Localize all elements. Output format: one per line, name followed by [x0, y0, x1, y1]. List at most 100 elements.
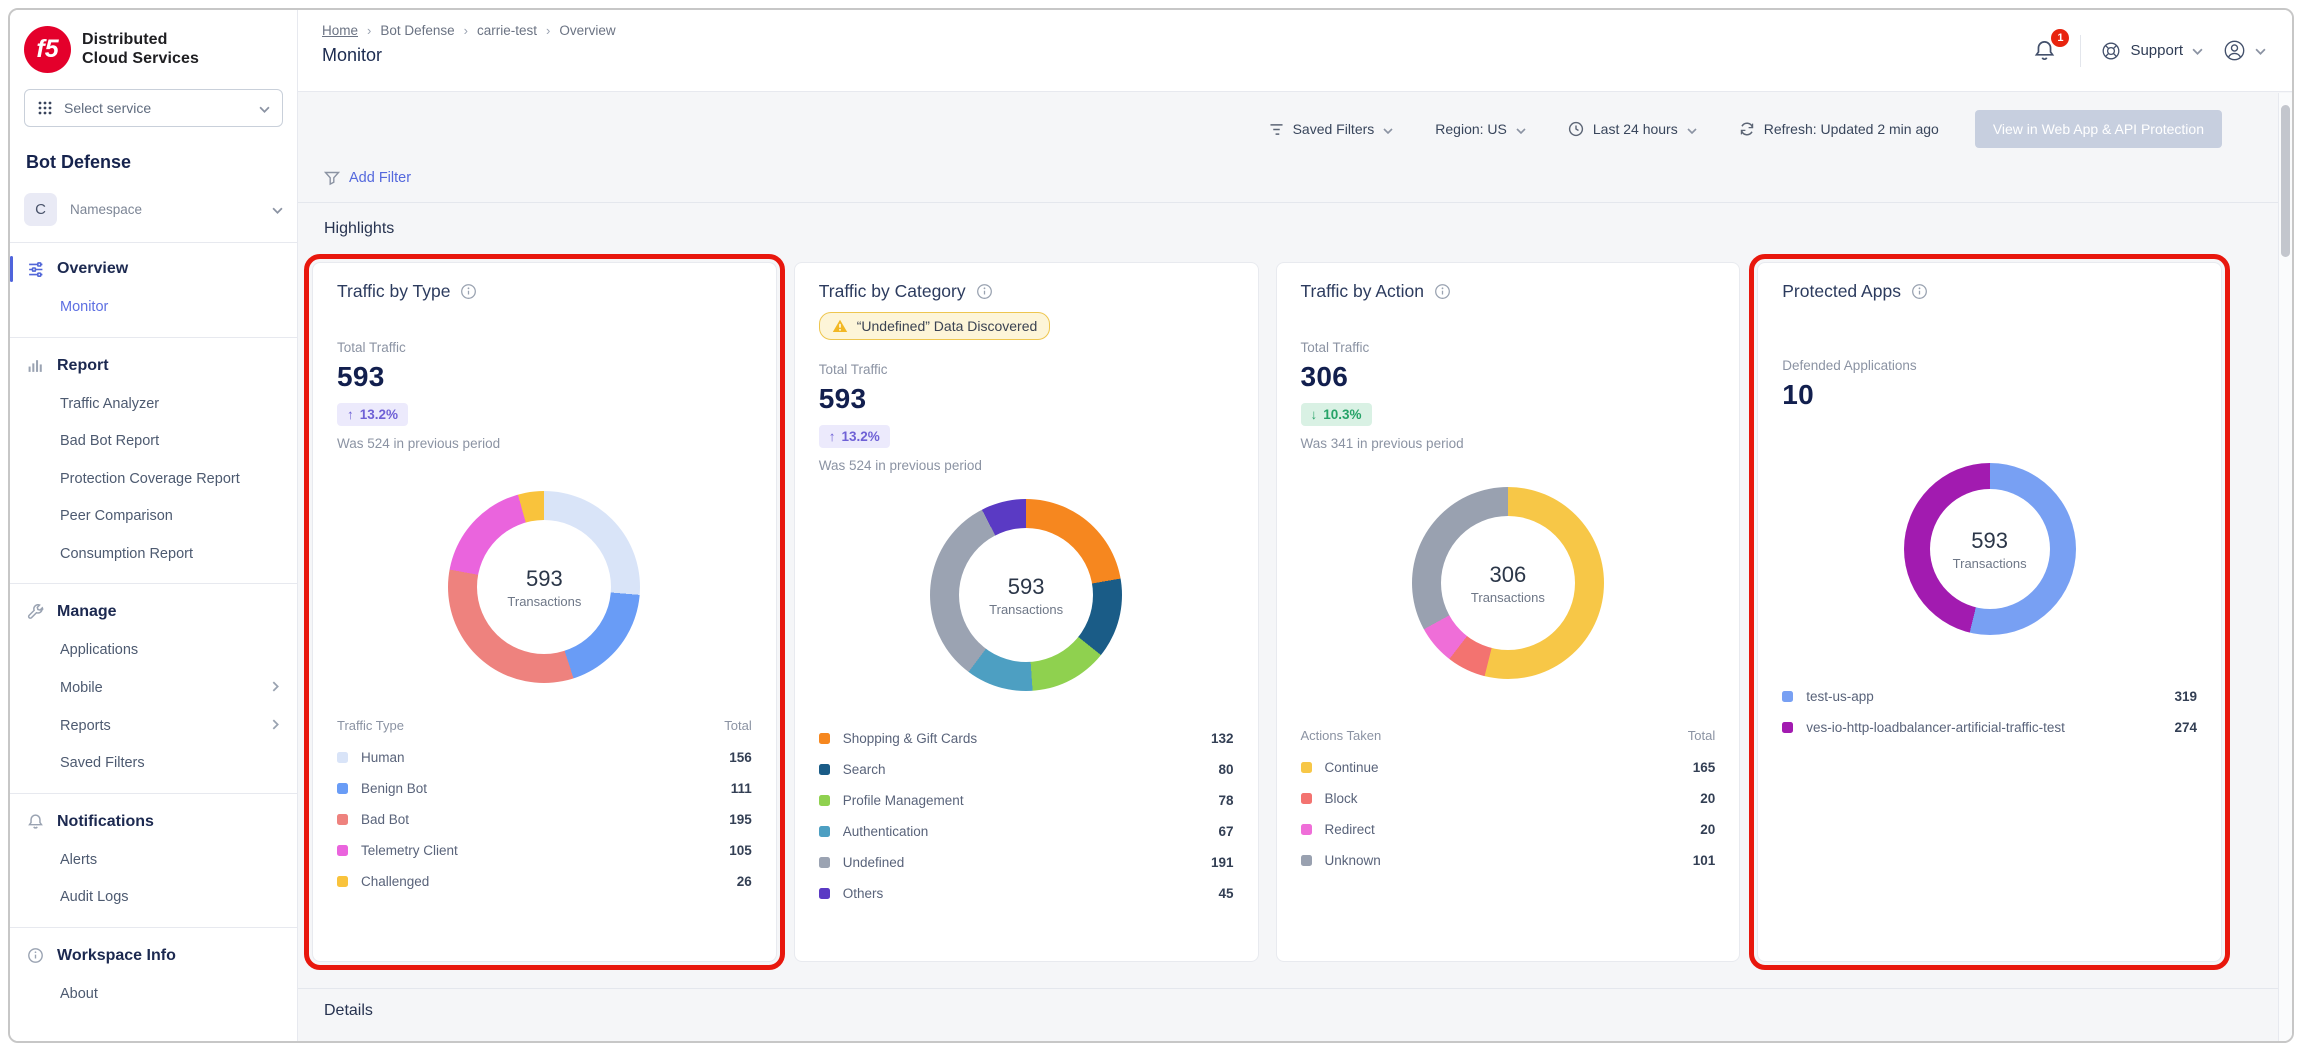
nav-sub-label: Peer Comparison [60, 507, 173, 527]
info-icon[interactable] [1911, 283, 1928, 300]
legend-item-shopping-gift-cards[interactable]: Shopping & Gift Cards 132 [819, 723, 1234, 754]
legend-item-redirect[interactable]: Redirect20 [1301, 814, 1716, 845]
donut-center-value: 593 [1971, 528, 2008, 554]
card-legend: test-us-app319ves-io-http-loadbalancer-a… [1782, 681, 2197, 743]
saved-filters-dropdown[interactable]: Saved Filters [1269, 121, 1394, 137]
legend-item-ves-io-http-loadbalancer-artificial-traffic-test[interactable]: ves-io-http-loadbalancer-artificial-traf… [1782, 712, 2197, 743]
legend-item-profile-management[interactable]: Profile Management78 [819, 785, 1234, 816]
sidebar-item-applications[interactable]: Applications [10, 632, 297, 670]
legend-item-authentication[interactable]: Authentication67 [819, 816, 1234, 847]
namespace-label: Namespace [70, 202, 142, 217]
card-title: Traffic by Type [337, 281, 450, 302]
info-icon[interactable] [1434, 283, 1451, 300]
card-legend: Traffic TypeTotalHuman156Benign Bot111Ba… [337, 713, 752, 897]
legend-item-search[interactable]: Search80 [819, 754, 1234, 785]
legend-value: 195 [719, 812, 752, 827]
legend-item-telemetry-client[interactable]: Telemetry Client105 [337, 835, 752, 866]
arrow-down-icon: ↓ [1311, 407, 1318, 422]
sidebar-item-report[interactable]: Report [10, 346, 297, 386]
legend-item-others[interactable]: Others45 [819, 878, 1234, 909]
legend-label: Shopping & Gift Cards [843, 731, 977, 746]
legend-value: 319 [2164, 689, 2197, 704]
legend-value: 26 [727, 874, 752, 889]
sidebar-item-overview[interactable]: Overview [10, 249, 297, 289]
sidebar-item-monitor[interactable]: Monitor [10, 289, 297, 327]
sidebar-item-traffic-analyzer[interactable]: Traffic Analyzer [10, 386, 297, 424]
scrollbar-thumb[interactable] [2281, 105, 2290, 257]
metric-label: Total Traffic [1301, 340, 1716, 355]
add-filter-button[interactable]: Add Filter [298, 150, 2292, 202]
nav-sub-label: Alerts [60, 851, 97, 871]
card-legend: Shopping & Gift Cards 132 Search80Profile … [819, 723, 1234, 909]
region-dropdown[interactable]: Region: US [1435, 121, 1526, 137]
sidebar-item-consumption-report[interactable]: Consumption Report [10, 536, 297, 574]
breadcrumb-carrie-test[interactable]: carrie-test [477, 23, 537, 38]
breadcrumb-home[interactable]: Home [322, 23, 358, 38]
legend-header-total: Total [1688, 728, 1715, 743]
chevron-down-icon [1687, 121, 1697, 137]
account-menu[interactable] [2223, 39, 2266, 62]
legend-value: 67 [1208, 824, 1233, 839]
notifications-button[interactable]: 1 [2029, 35, 2060, 66]
namespace-selector[interactable]: C Namespace [24, 193, 283, 226]
metric-value: 593 [337, 361, 752, 393]
sidebar-item-peer-comparison[interactable]: Peer Comparison [10, 498, 297, 536]
arrow-up-icon: ↑ [829, 429, 836, 444]
select-service-dropdown[interactable]: Select service [24, 89, 283, 127]
sidebar-item-protection-coverage-report[interactable]: Protection Coverage Report [10, 461, 297, 499]
legend-swatch [337, 814, 348, 825]
time-range-dropdown[interactable]: Last 24 hours [1568, 121, 1697, 137]
legend-value: 101 [1683, 853, 1716, 868]
delta-badge: ↑ 13.2% [337, 403, 408, 426]
chevron-right-icon [272, 717, 279, 737]
legend-value: 20 [1690, 822, 1715, 837]
nav-section: Overview Monitor [10, 249, 297, 337]
sidebar-item-manage[interactable]: Manage [10, 592, 297, 632]
nav-sub-label: Saved Filters [60, 754, 145, 774]
legend-item-block[interactable]: Block20 [1301, 783, 1716, 814]
chevron-down-icon [1516, 121, 1526, 137]
chevron-down-icon [259, 100, 270, 116]
delta-badge: ↑ 13.2% [819, 425, 890, 448]
legend-item-test-us-app[interactable]: test-us-app319 [1782, 681, 2197, 712]
legend-item-unknown[interactable]: Unknown101 [1301, 845, 1716, 876]
highlights-cards: Traffic by Type Total Traffic 593 ↑ 13.2… [298, 250, 2292, 962]
legend-item-undefined[interactable]: Undefined191 [819, 847, 1234, 878]
legend-item-benign-bot[interactable]: Benign Bot111 [337, 773, 752, 804]
sidebar-item-audit-logs[interactable]: Audit Logs [10, 879, 297, 917]
legend-swatch [1301, 762, 1312, 773]
chevron-down-icon [2255, 42, 2266, 59]
nav-sub-label: Monitor [60, 298, 108, 318]
legend-swatch [337, 876, 348, 887]
legend-label: Others [843, 886, 884, 901]
view-in-waap-button[interactable]: View in Web App & API Protection [1975, 110, 2222, 148]
nav-section-label: Overview [57, 260, 128, 278]
legend-item-continue[interactable]: Continue165 [1301, 752, 1716, 783]
sidebar-item-about[interactable]: About [10, 976, 297, 1014]
brand-logo[interactable]: f5 Distributed Cloud Services [10, 10, 297, 83]
sidebar-item-bad-bot-report[interactable]: Bad Bot Report [10, 423, 297, 461]
legend-label: Telemetry Client [361, 843, 458, 858]
sidebar-item-workspace-info[interactable]: Workspace Info [10, 936, 297, 976]
sidebar-item-alerts[interactable]: Alerts [10, 842, 297, 880]
refresh-button[interactable]: Refresh: Updated 2 min ago [1739, 121, 1939, 137]
info-icon[interactable] [976, 283, 993, 300]
region-label: Region: US [1435, 121, 1507, 137]
legend-item-challenged[interactable]: Challenged26 [337, 866, 752, 897]
donut-center-label: Transactions [989, 602, 1063, 617]
card-title: Protected Apps [1782, 281, 1901, 302]
clock-icon [1568, 121, 1584, 137]
sidebar-item-notifications[interactable]: Notifications [10, 802, 297, 842]
support-menu[interactable]: Support [2101, 41, 2203, 61]
breadcrumb-bot-defense[interactable]: Bot Defense [380, 23, 454, 38]
legend-value: 132 [1201, 731, 1234, 746]
info-icon[interactable] [460, 283, 477, 300]
legend-item-bad-bot[interactable]: Bad Bot195 [337, 804, 752, 835]
legend-item-human[interactable]: Human156 [337, 742, 752, 773]
support-label: Support [2130, 42, 2183, 59]
sidebar-item-mobile[interactable]: Mobile [10, 670, 297, 708]
chevron-down-icon [272, 201, 283, 219]
donut-chart: 593 Transactions [448, 491, 640, 683]
sidebar-item-saved-filters[interactable]: Saved Filters [10, 745, 297, 783]
sidebar-item-reports[interactable]: Reports [10, 708, 297, 746]
